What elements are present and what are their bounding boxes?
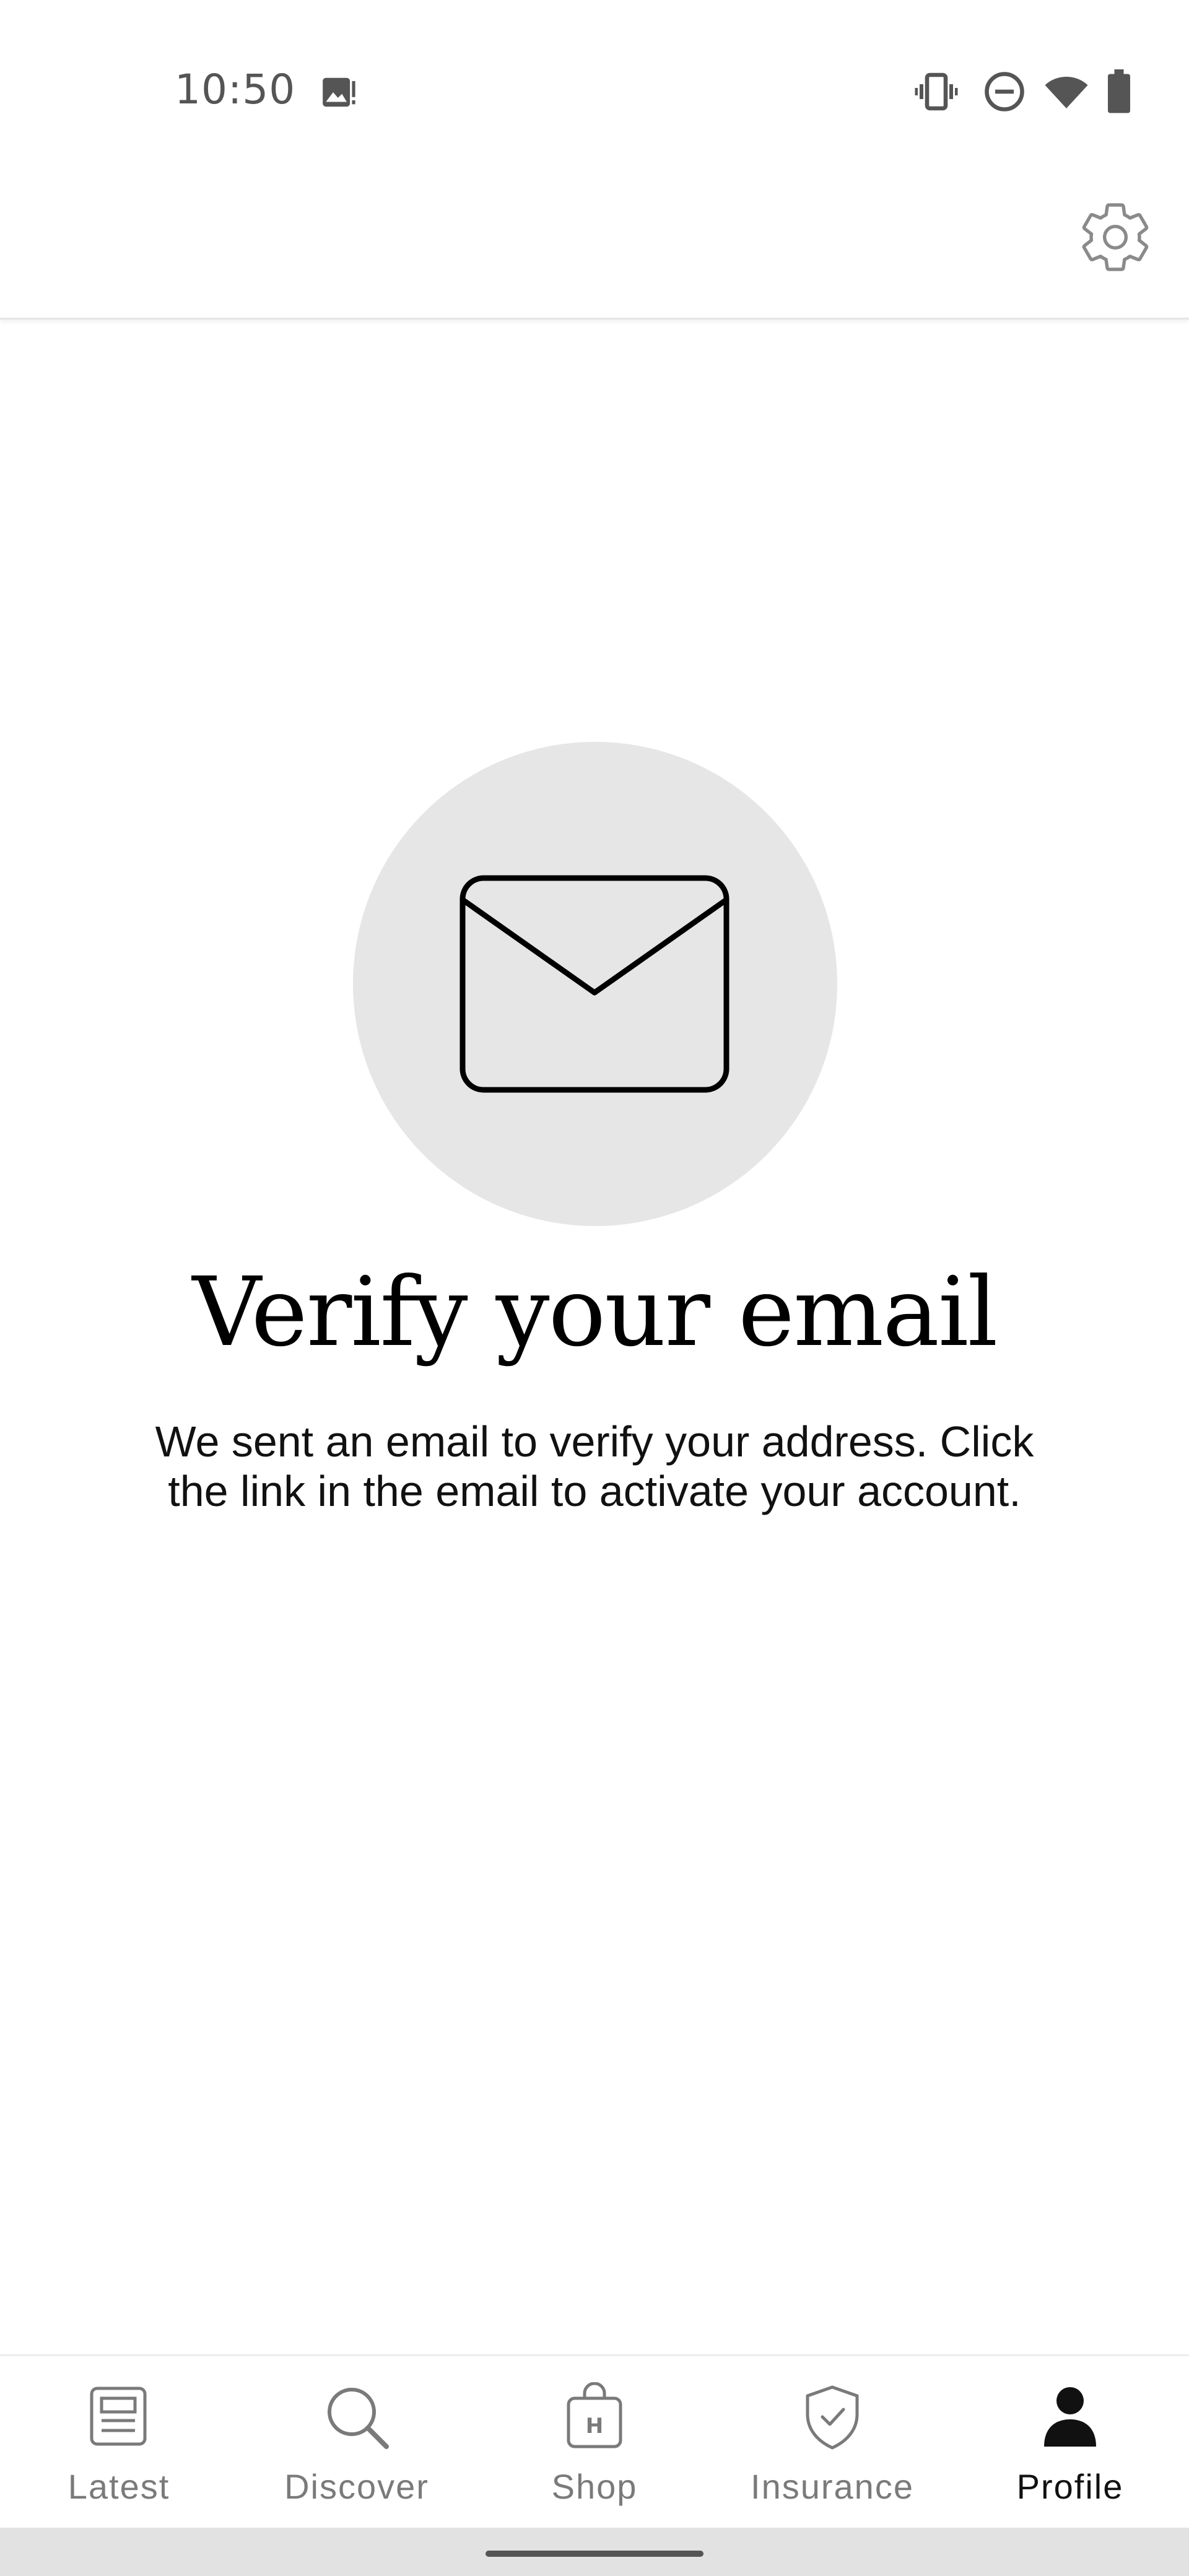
page-title: Verify your email [192, 1257, 998, 1368]
nav-label-latest: Latest [68, 2467, 170, 2506]
nav-item-insurance[interactable]: Insurance [713, 2356, 951, 2530]
status-time: 10:50 [175, 66, 296, 113]
nav-label-profile: Profile [1016, 2467, 1124, 2506]
status-bar: 10:50 [0, 0, 1189, 186]
app-bar [0, 186, 1189, 320]
do-not-disturb-icon [982, 69, 1027, 114]
shopping-bag-icon: H [560, 2382, 629, 2452]
gear-icon [1082, 203, 1149, 271]
verify-email-screen: 10:50 Verify your email We sent an email… [0, 0, 1189, 2576]
home-gesture-handle[interactable] [486, 2551, 703, 2557]
nav-label-insurance: Insurance [751, 2467, 914, 2506]
nav-item-discover[interactable]: Discover [238, 2356, 476, 2530]
image-notification-icon [320, 73, 358, 111]
vibrate-icon [914, 69, 959, 114]
newspaper-icon [84, 2382, 154, 2452]
verification-message: We sent an email to verify your address.… [93, 1417, 1096, 1516]
nav-label-shop: Shop [551, 2467, 638, 2506]
system-navigation-bar [0, 2528, 1189, 2576]
svg-text:H: H [586, 2414, 603, 2439]
shield-check-icon [798, 2382, 867, 2452]
bottom-navigation: Latest Discover H Shop Insurance Profile [0, 2354, 1189, 2528]
verification-message-line-2: the link in the email to activate your a… [168, 1467, 1021, 1515]
nav-item-latest[interactable]: Latest [0, 2356, 238, 2530]
person-icon [1035, 2382, 1105, 2452]
settings-button[interactable] [1075, 197, 1156, 277]
nav-item-shop[interactable]: H Shop [476, 2356, 713, 2530]
nav-label-discover: Discover [284, 2467, 429, 2506]
wifi-icon [1043, 69, 1090, 114]
nav-item-profile[interactable]: Profile [951, 2356, 1189, 2530]
search-icon [322, 2382, 391, 2452]
battery-icon [1104, 69, 1135, 114]
envelope-icon [459, 875, 730, 1093]
verification-message-line-1: We sent an email to verify your address.… [155, 1417, 1034, 1466]
